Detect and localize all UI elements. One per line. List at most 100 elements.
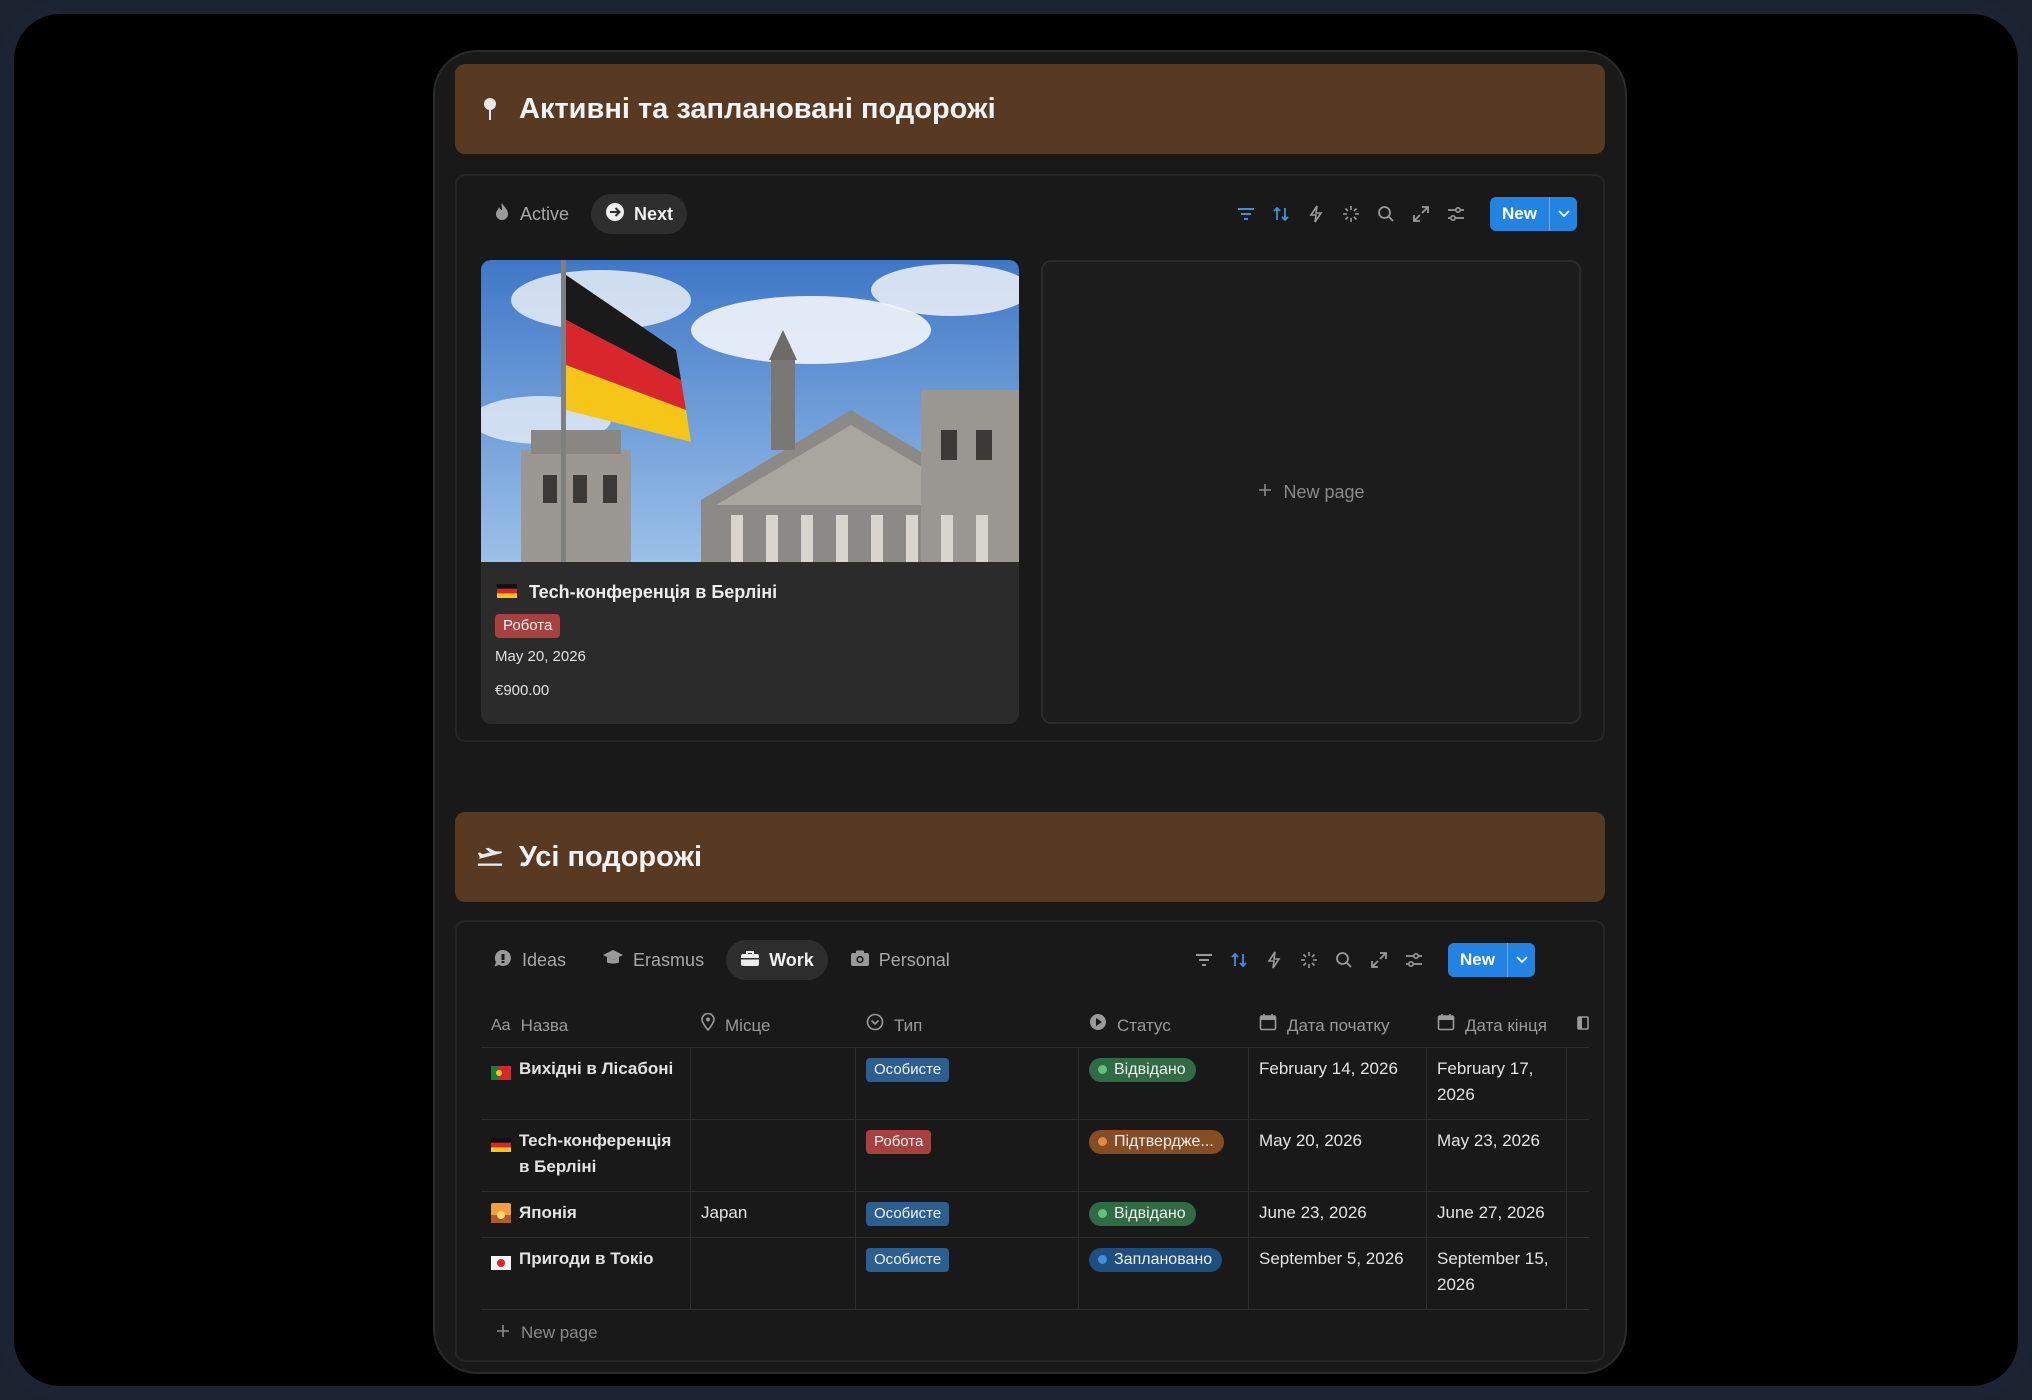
trips-table: Aa Назва Місце Тип Статус Дата початку Д… [481, 1004, 1589, 1356]
row-name[interactable]: Tech-конференція в Берліні [481, 1120, 691, 1191]
airplane-departure-icon [477, 844, 503, 870]
column-header-name[interactable]: Aa Назва [481, 1004, 691, 1047]
section-title: Активні та заплановані подорожі [519, 92, 996, 125]
view-tabs: Ideas Erasmus Work Personal [479, 938, 964, 982]
search-icon[interactable] [1375, 203, 1397, 225]
text-property-icon: Aa [491, 1016, 511, 1034]
settings-sliders-icon[interactable] [1445, 203, 1467, 225]
row-type[interactable]: Особисте [856, 1238, 1079, 1309]
row-type[interactable]: Робота [856, 1120, 1079, 1191]
tab-personal[interactable]: Personal [836, 940, 964, 980]
status-badge: Заплановано [1089, 1247, 1223, 1272]
view-tabs: Active Next [479, 192, 688, 236]
row-status[interactable]: Відвідано [1079, 1192, 1249, 1237]
lightbulb-chat-icon [493, 948, 513, 973]
card-type-tag: Робота [495, 614, 561, 638]
table-row[interactable]: Японія Japan Особисте Відвідано June 23,… [481, 1192, 1589, 1238]
expand-icon[interactable] [1368, 949, 1390, 971]
new-page-row[interactable]: New page [481, 1310, 1589, 1356]
row-name[interactable]: Вихідні в Лісабоні [481, 1048, 691, 1119]
automation-bolt-icon[interactable] [1263, 949, 1285, 971]
table-row[interactable]: Tech-конференція в Берліні Робота Підтве… [481, 1120, 1589, 1192]
pushpin-icon [477, 96, 503, 122]
gallery-view: Active Next New Tech-конференція в Берлі… [455, 174, 1605, 742]
notion-page: Активні та заплановані подорожі Active N… [433, 50, 1627, 1374]
row-end-date[interactable]: May 23, 2026 [1427, 1120, 1567, 1191]
column-header-place[interactable]: Місце [691, 1004, 856, 1047]
table-row[interactable]: Вихідні в Лісабоні Особисте Відвідано Fe… [481, 1048, 1589, 1120]
view-actions: New [1193, 938, 1535, 982]
tab-next[interactable]: Next [591, 194, 688, 234]
germany-flag-icon [497, 582, 517, 603]
row-start-date[interactable]: June 23, 2026 [1249, 1192, 1427, 1237]
column-header-type[interactable]: Тип [856, 1004, 1079, 1047]
tab-ideas[interactable]: Ideas [479, 940, 580, 980]
section-banner-all: Усі подорожі [455, 812, 1605, 902]
gallery-card[interactable]: Tech-конференція в Берліні Робота May 20… [481, 260, 1019, 724]
card-price: €900.00 [495, 682, 550, 699]
column-overflow-icon [1577, 1013, 1589, 1039]
filter-icon[interactable] [1193, 949, 1215, 971]
automation-bolt-icon[interactable] [1305, 203, 1327, 225]
row-type[interactable]: Особисте [856, 1048, 1079, 1119]
view-actions: New [1235, 192, 1577, 236]
calendar-icon [1259, 1013, 1277, 1039]
row-place[interactable] [691, 1120, 856, 1191]
filter-icon[interactable] [1235, 203, 1257, 225]
plus-icon [1257, 482, 1273, 503]
status-badge: Підтвердже... [1089, 1129, 1224, 1154]
card-cover-image [481, 260, 1019, 562]
row-name[interactable]: Пригоди в Токіо [481, 1238, 691, 1309]
ai-sparkle-icon[interactable] [1340, 203, 1362, 225]
arrow-circle-right-icon [605, 202, 625, 227]
status-badge: Відвідано [1089, 1201, 1196, 1226]
row-end-date[interactable]: September 15, 2026 [1427, 1238, 1567, 1309]
new-button[interactable]: New [1490, 197, 1577, 231]
table-header: Aa Назва Місце Тип Статус Дата початку Д… [481, 1004, 1589, 1048]
row-start-date[interactable]: February 14, 2026 [1249, 1048, 1427, 1119]
row-name[interactable]: Японія [481, 1192, 691, 1237]
tab-erasmus[interactable]: Erasmus [588, 940, 718, 980]
new-page-card[interactable]: New page [1041, 260, 1581, 724]
table-row[interactable]: Пригоди в Токіо Особисте Заплановано Sep… [481, 1238, 1589, 1310]
tab-active[interactable]: Active [479, 194, 583, 234]
new-button[interactable]: New [1448, 943, 1535, 977]
column-header-start-date[interactable]: Дата початку [1249, 1004, 1427, 1047]
row-place[interactable]: Japan [691, 1192, 856, 1237]
tab-work[interactable]: Work [726, 940, 828, 980]
row-start-date[interactable]: May 20, 2026 [1249, 1120, 1427, 1191]
row-end-date[interactable]: February 17, 2026 [1427, 1048, 1567, 1119]
row-place[interactable] [691, 1048, 856, 1119]
row-status[interactable]: Відвідано [1079, 1048, 1249, 1119]
graduation-cap-icon [602, 949, 624, 972]
sort-icon[interactable] [1270, 203, 1292, 225]
row-start-date[interactable]: September 5, 2026 [1249, 1238, 1427, 1309]
row-type[interactable]: Особисте [856, 1192, 1079, 1237]
select-property-icon [866, 1013, 884, 1039]
row-status[interactable]: Підтвердже... [1079, 1120, 1249, 1191]
device-frame: Активні та заплановані подорожі Active N… [0, 0, 2032, 1400]
sort-icon[interactable] [1228, 949, 1250, 971]
plus-icon [495, 1323, 511, 1344]
chevron-down-icon[interactable] [1549, 197, 1577, 231]
sunrise-picture-icon [491, 1203, 511, 1229]
column-header-more[interactable] [1567, 1004, 1589, 1047]
chevron-down-icon[interactable] [1507, 943, 1535, 977]
search-icon[interactable] [1333, 949, 1355, 971]
portugal-flag-icon [491, 1062, 511, 1111]
calendar-icon [1437, 1013, 1455, 1039]
row-status[interactable]: Заплановано [1079, 1238, 1249, 1309]
row-place[interactable] [691, 1238, 856, 1309]
column-header-end-date[interactable]: Дата кінця [1427, 1004, 1567, 1047]
card-title[interactable]: Tech-конференція в Берліні [497, 582, 777, 603]
column-header-status[interactable]: Статус [1079, 1004, 1249, 1047]
row-end-date[interactable]: June 27, 2026 [1427, 1192, 1567, 1237]
germany-flag-icon [491, 1134, 511, 1183]
view-toolbar: Active Next New [457, 192, 1603, 236]
status-property-icon [1089, 1013, 1107, 1039]
ai-sparkle-icon[interactable] [1298, 949, 1320, 971]
briefcase-icon [740, 949, 760, 972]
japan-flag-icon [491, 1252, 511, 1301]
settings-sliders-icon[interactable] [1403, 949, 1425, 971]
expand-icon[interactable] [1410, 203, 1432, 225]
